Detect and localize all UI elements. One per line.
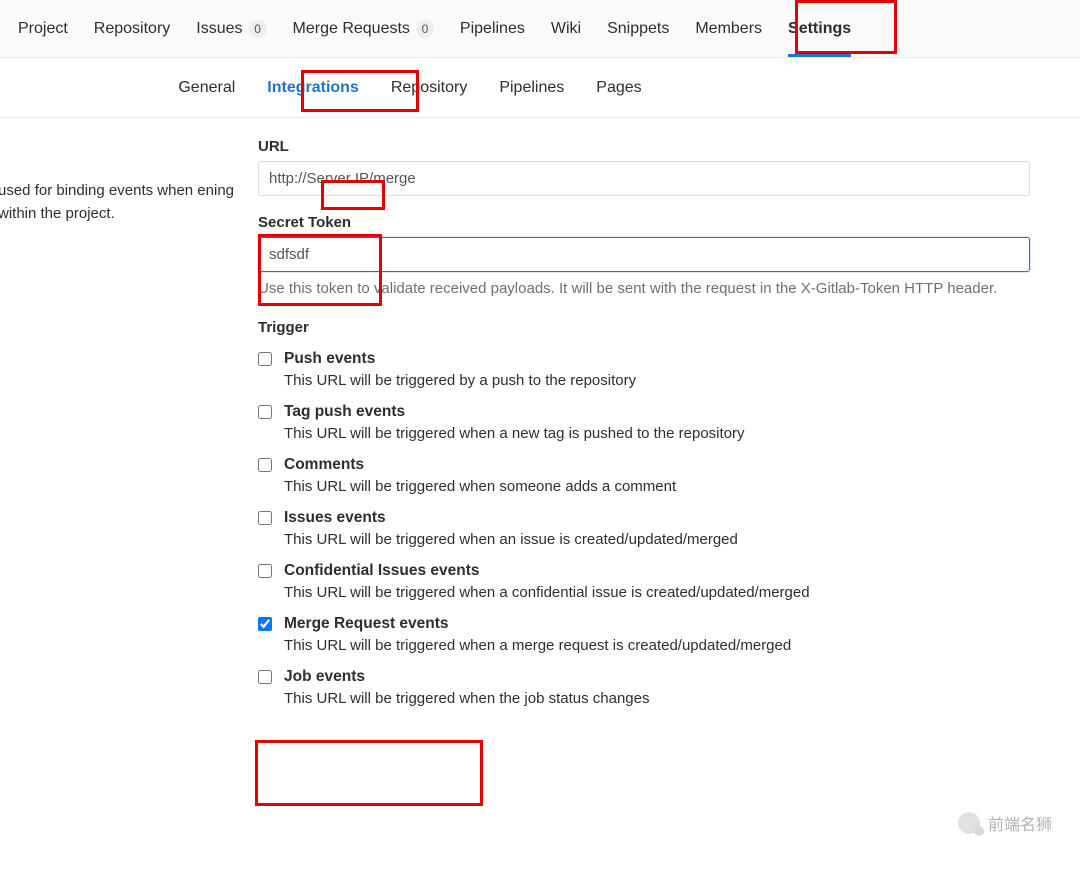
trigger-desc: This URL will be triggered when a merge … <box>284 637 1030 654</box>
content-area: used for binding events when ening withi… <box>0 118 1080 707</box>
project-top-nav: Project Repository Issues 0 Merge Request… <box>0 0 1080 58</box>
secret-token-label: Secret Token <box>258 214 1030 231</box>
side-description: used for binding events when ening withi… <box>0 138 258 707</box>
checkbox-comments[interactable] <box>258 458 272 472</box>
highlight-box <box>255 740 483 806</box>
trigger-tag-push-events: Tag push events This URL will be trigger… <box>258 403 1030 442</box>
trigger-list: Push events This URL will be triggered b… <box>258 350 1030 707</box>
subtab-integrations[interactable]: Integrations <box>265 73 361 103</box>
checkbox-job-events[interactable] <box>258 670 272 684</box>
tab-label: Snippets <box>607 20 669 38</box>
checkbox-push-events[interactable] <box>258 352 272 366</box>
trigger-title: Job events <box>284 668 365 686</box>
tab-wiki[interactable]: Wiki <box>551 0 581 57</box>
tab-label: Issues <box>196 20 242 38</box>
trigger-desc: This URL will be triggered when a confid… <box>284 584 1030 601</box>
tab-label: Pipelines <box>460 20 525 38</box>
subtab-pages[interactable]: Pages <box>594 73 643 103</box>
trigger-label: Trigger <box>258 319 1030 336</box>
watermark: 前端名狮 <box>958 811 1052 835</box>
tab-issues[interactable]: Issues 0 <box>196 0 266 57</box>
tab-label: Project <box>18 20 68 38</box>
url-label: URL <box>258 138 1030 155</box>
secret-token-help: Use this token to validate received payl… <box>258 278 1030 301</box>
tab-members[interactable]: Members <box>695 0 762 57</box>
trigger-desc: This URL will be triggered by a push to … <box>284 372 1030 389</box>
trigger-desc: This URL will be triggered when a new ta… <box>284 425 1030 442</box>
trigger-title: Tag push events <box>284 403 405 421</box>
issues-count-badge: 0 <box>249 20 267 38</box>
tab-label: Repository <box>94 20 170 38</box>
tab-label: Merge Requests <box>293 20 410 38</box>
trigger-push-events: Push events This URL will be triggered b… <box>258 350 1030 389</box>
checkbox-issues-events[interactable] <box>258 511 272 525</box>
subtab-repository[interactable]: Repository <box>389 73 469 103</box>
trigger-comments: Comments This URL will be triggered when… <box>258 456 1030 495</box>
tab-label: Settings <box>788 20 851 38</box>
webhook-form: URL Secret Token Use this token to valid… <box>258 138 1080 707</box>
tab-label: Members <box>695 20 762 38</box>
url-input[interactable] <box>258 161 1030 196</box>
subtab-pipelines[interactable]: Pipelines <box>497 73 566 103</box>
trigger-title: Merge Request events <box>284 615 449 633</box>
trigger-title: Confidential Issues events <box>284 562 480 580</box>
watermark-text: 前端名狮 <box>988 811 1052 835</box>
wechat-icon <box>958 812 980 834</box>
trigger-desc: This URL will be triggered when someone … <box>284 478 1030 495</box>
trigger-title: Push events <box>284 350 375 368</box>
trigger-title: Issues events <box>284 509 386 527</box>
tab-label: Wiki <box>551 20 581 38</box>
tab-project[interactable]: Project <box>18 0 68 57</box>
trigger-confidential-issues-events: Confidential Issues events This URL will… <box>258 562 1030 601</box>
tab-repository[interactable]: Repository <box>94 0 170 57</box>
checkbox-confidential-issues-events[interactable] <box>258 564 272 578</box>
secret-token-input[interactable] <box>258 237 1030 272</box>
checkbox-merge-request-events[interactable] <box>258 617 272 631</box>
trigger-title: Comments <box>284 456 364 474</box>
mr-count-badge: 0 <box>416 20 434 38</box>
trigger-merge-request-events: Merge Request events This URL will be tr… <box>258 615 1030 654</box>
tab-snippets[interactable]: Snippets <box>607 0 669 57</box>
subtab-general[interactable]: General <box>176 73 237 103</box>
trigger-issues-events: Issues events This URL will be triggered… <box>258 509 1030 548</box>
tab-merge-requests[interactable]: Merge Requests 0 <box>293 0 434 57</box>
trigger-desc: This URL will be triggered when an issue… <box>284 531 1030 548</box>
settings-sub-nav: General Integrations Repository Pipeline… <box>0 58 1080 118</box>
trigger-desc: This URL will be triggered when the job … <box>284 690 1030 707</box>
checkbox-tag-push-events[interactable] <box>258 405 272 419</box>
tab-settings[interactable]: Settings <box>788 0 851 57</box>
tab-pipelines[interactable]: Pipelines <box>460 0 525 57</box>
trigger-job-events: Job events This URL will be triggered wh… <box>258 668 1030 707</box>
